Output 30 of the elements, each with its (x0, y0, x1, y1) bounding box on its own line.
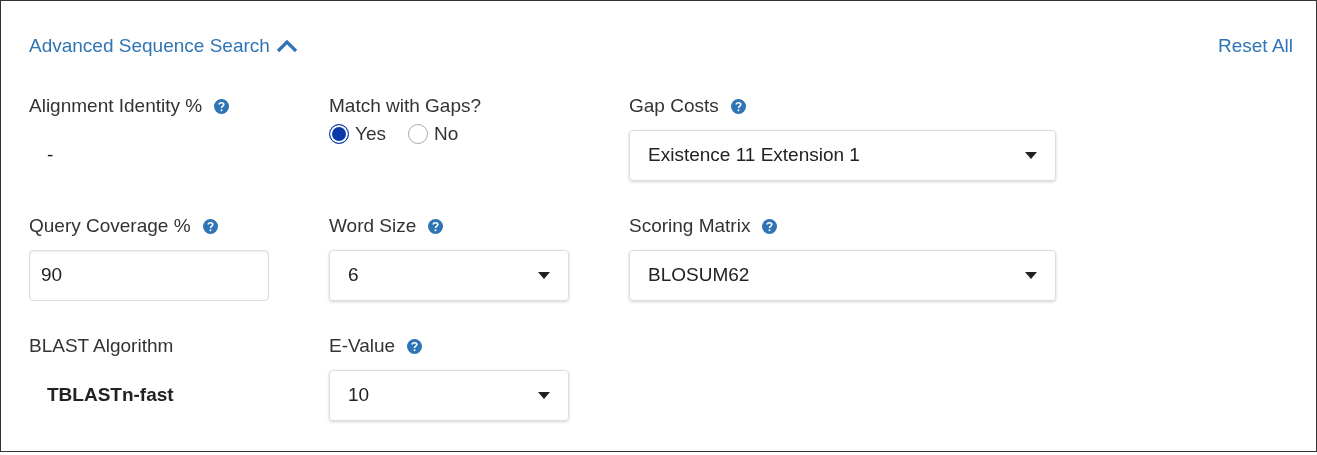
dropdown[interactable]: 6 (329, 249, 569, 301)
field-value: - (46, 144, 54, 166)
dropdown[interactable]: BLOSUM62 (629, 249, 1056, 301)
field-label: Alignment Identity % (29, 95, 203, 117)
field-label: BLAST Algorithm (29, 335, 174, 357)
reset-all-link[interactable]: Reset All (1218, 35, 1293, 57)
field-label: Scoring Matrix (629, 215, 751, 237)
section-toggle-link[interactable]: Advanced Sequence Search (29, 35, 298, 57)
help-icon[interactable] (428, 218, 444, 234)
field-label: Match with Gaps? (329, 95, 482, 117)
caret-icon (1025, 271, 1037, 279)
help-icon[interactable] (762, 218, 778, 234)
help-icon[interactable] (407, 338, 423, 354)
chevron-icon (275, 39, 298, 53)
field-label: E-Value (329, 335, 396, 357)
help-icon[interactable] (202, 218, 218, 234)
dropdown[interactable]: 10 (329, 369, 569, 421)
field-label: Gap Costs (629, 95, 719, 117)
radio-option[interactable]: No (408, 123, 459, 145)
help-icon[interactable] (730, 98, 746, 114)
caret-icon (538, 391, 550, 399)
input-field[interactable]: 90 (29, 249, 269, 301)
field-value: TBLASTn-fast (46, 384, 174, 406)
field-label: Query Coverage % (29, 215, 191, 237)
help-icon[interactable] (214, 98, 230, 114)
radio-option[interactable]: Yes (329, 123, 386, 145)
caret-icon (1025, 151, 1037, 159)
field-label: Word Size (329, 215, 417, 237)
caret-icon (538, 271, 550, 279)
dropdown[interactable]: Existence 11 Extension 1 (629, 129, 1056, 181)
